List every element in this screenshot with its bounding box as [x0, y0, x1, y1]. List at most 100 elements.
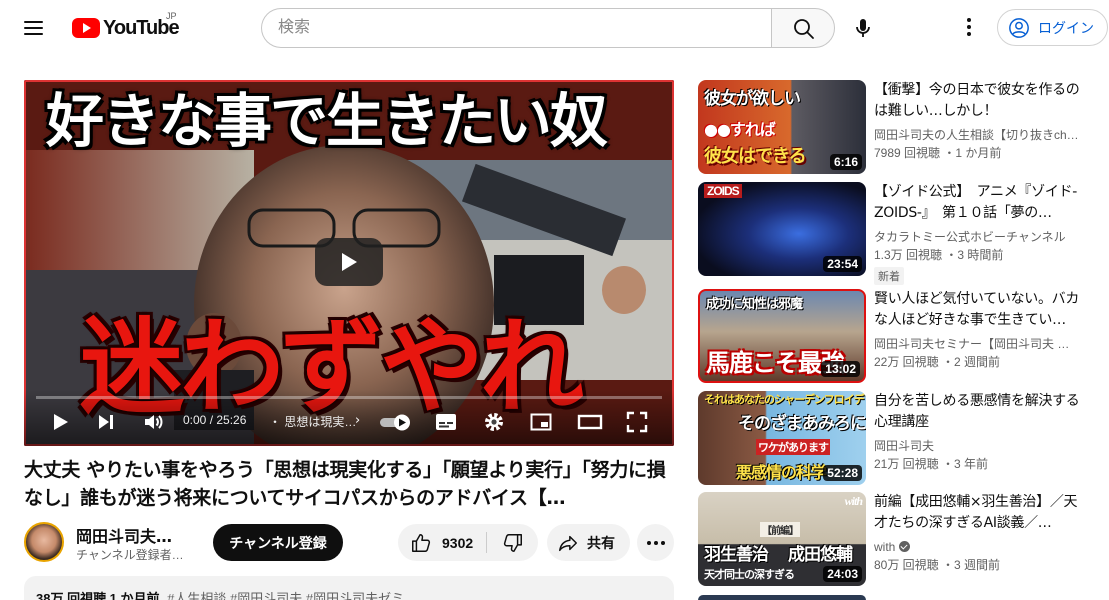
account-icon — [1009, 17, 1029, 38]
recommended-info: 前編【成田悠輔×羽生善治】／天才たちの深すぎるAI談義／… with 80万 回… — [874, 492, 1088, 574]
recommended-stats: 21万 回視聴 ・3 年前 — [874, 457, 989, 471]
recommended-thumbnail[interactable]: 彼女が欲しい ●●すれば 彼女はできる 6:16 — [698, 80, 866, 174]
search-input[interactable] — [261, 8, 772, 48]
autoplay-toggle[interactable] — [378, 410, 414, 434]
fullscreen-icon[interactable] — [625, 410, 649, 434]
progress-bar[interactable] — [36, 396, 662, 399]
share-button[interactable]: 共有 — [547, 524, 630, 561]
recommended-thumbnail[interactable]: ZOIDS 23:54 — [698, 182, 866, 276]
thumbs-up-icon — [412, 533, 431, 552]
video-duration: 52:28 — [823, 465, 862, 481]
recommended-stats: 1.3万 回視聴 ・3 時間前 — [874, 248, 1004, 262]
miniplayer-icon[interactable] — [529, 410, 553, 434]
theater-mode-icon[interactable] — [577, 410, 603, 434]
recommended-video[interactable]: 成功に知性は邪魔 馬鹿こそ最強 13:02 賢い人ほど気付いていない。バカな人ほ… — [698, 289, 1088, 383]
thumb-text: それはあなたのシャーデンフロイデ — [704, 393, 865, 406]
search-button[interactable] — [771, 8, 835, 48]
recommended-title[interactable]: 【ゾイド公式】 アニメ『ゾイド-ZOIDS-』 第１０話「夢の… — [874, 182, 1088, 224]
recommended-thumbnail[interactable] — [698, 595, 866, 600]
recommended-thumbnail[interactable]: 成功に知性は邪魔 馬鹿こそ最強 13:02 — [698, 289, 866, 383]
search-icon — [794, 19, 814, 39]
recommended-thumbnail[interactable]: with 【前編】 羽生善治 成田悠輔 天才同士の深すぎる 24:03 — [698, 492, 866, 586]
subscriber-count: チャンネル登録者… — [76, 548, 184, 562]
large-play-button[interactable] — [315, 238, 383, 286]
play-icon[interactable] — [48, 410, 72, 434]
view-count-date: 38万 回視聴 1 か月前 — [36, 591, 160, 600]
login-label: ログイン — [1038, 19, 1094, 36]
recommended-stats: 7989 回視聴 ・1 か月前 — [874, 146, 1002, 160]
recommended-channel[interactable]: 岡田斗司夫セミナー【岡田斗司夫 … — [874, 335, 1088, 353]
chevron-right-icon[interactable]: › — [355, 413, 360, 428]
volume-icon[interactable] — [141, 410, 165, 434]
recommended-video[interactable]: with 【前編】 羽生善治 成田悠輔 天才同士の深すぎる 24:03 前編【成… — [698, 492, 1088, 586]
recommended-stats: 80万 回視聴 ・3 週間前 — [874, 558, 1001, 572]
thumbnail-headline: 好きな事で生きたい奴 — [46, 87, 608, 155]
recommended-channel[interactable]: タカラトミー公式ホビーチャンネル — [874, 228, 1088, 246]
thumb-text: 成田悠輔 — [788, 545, 853, 565]
verified-badge-icon — [899, 541, 911, 552]
channel-label: with — [874, 540, 896, 554]
recommended-info: 【ゾイド公式】 アニメ『ゾイド-ZOIDS-』 第１０話「夢の… タカラトミー公… — [874, 182, 1088, 285]
region-code: JP — [166, 11, 177, 21]
thumb-text: ZOIDS — [704, 184, 742, 198]
channel-avatar[interactable] — [24, 522, 64, 562]
recommended-stats: 22万 回視聴 ・2 週間前 — [874, 355, 1001, 369]
recommended-info: 賢い人ほど気付いていない。バカな人ほど好きな事で生きてい… 岡田斗司夫セミナー【… — [874, 289, 1088, 371]
settings-more-icon[interactable] — [955, 14, 983, 42]
share-icon — [559, 535, 577, 551]
like-dislike-group: 9302 — [398, 524, 538, 561]
recommended-thumbnail[interactable]: それはあなたのシャーデンフロイデ そのざまあみろには ワケがあります 悪感情の科… — [698, 391, 866, 485]
recommended-info: 自分を苦しめる悪感情を解決する心理講座 岡田斗司夫 21万 回視聴 ・3 年前 — [874, 391, 1088, 473]
subscribe-button[interactable]: チャンネル登録 — [213, 524, 343, 561]
thumb-text: 彼女はできる — [704, 146, 807, 167]
recommended-title[interactable]: 賢い人ほど気付いていない。バカな人ほど好きな事で生きてい… — [874, 289, 1088, 331]
recommended-channel[interactable]: with — [874, 538, 1088, 556]
recommended-title[interactable]: 前編【成田悠輔×羽生善治】／天才たちの深すぎるAI談義／… — [874, 492, 1088, 534]
video-player[interactable]: 好きな事で生きたい奴 迷わずやれ 0:00 / 25:26 ・ 思想は現実… › — [24, 80, 674, 446]
youtube-play-logo-icon — [72, 18, 100, 38]
recommended-title[interactable]: 【衝撃】今の日本で彼女を作るのは難しい…しかし！ — [874, 80, 1088, 122]
description-box[interactable]: 38万 回視聴 1 か月前 #人生相談 #岡田斗司夫 #岡田斗司夫ゼミ — [24, 576, 674, 600]
more-actions-icon[interactable] — [637, 524, 674, 561]
dislike-button[interactable] — [487, 524, 538, 561]
video-duration: 6:16 — [829, 154, 862, 170]
recommended-title[interactable]: 自分を苦しめる悪感情を解決する心理講座 — [874, 391, 1088, 433]
masthead: YouTube JP ログイン — [0, 0, 1109, 56]
menu-icon[interactable] — [24, 18, 46, 38]
video-duration: 13:02 — [821, 361, 860, 377]
login-button[interactable]: ログイン — [997, 9, 1108, 46]
recommended-video[interactable]: それはあなたのシャーデンフロイデ そのざまあみろには ワケがあります 悪感情の科… — [698, 391, 1088, 485]
like-button[interactable]: 9302 — [398, 524, 486, 561]
recommended-video[interactable]: 彼女が欲しい ●●すれば 彼女はできる 6:16 【衝撃】今の日本で彼女を作るの… — [698, 80, 1088, 174]
recommended-info: 【衝撃】今の日本で彼女を作るのは難しい…しかし！ 岡田斗司夫の人生相談【切り抜き… — [874, 80, 1088, 162]
voice-search-button[interactable] — [843, 8, 883, 48]
thumb-text: そのざまあみろには — [738, 414, 866, 434]
thumb-text: ●●すれば — [704, 120, 776, 139]
thumb-text: 羽生善治 — [704, 545, 769, 565]
hashtags[interactable]: #人生相談 #岡田斗司夫 #岡田斗司夫ゼミ — [167, 591, 404, 600]
like-count: 9302 — [442, 534, 474, 551]
thumb-text: with — [844, 494, 863, 508]
share-label: 共有 — [587, 535, 615, 552]
next-icon[interactable] — [94, 410, 118, 434]
youtube-logo[interactable]: YouTube — [72, 16, 180, 40]
gear-icon[interactable] — [482, 410, 506, 434]
description-meta: 38万 回視聴 1 か月前 #人生相談 #岡田斗司夫 #岡田斗司夫ゼミ — [36, 588, 662, 600]
thumbs-down-icon — [503, 533, 522, 552]
chapter-title[interactable]: ・ 思想は現実… — [269, 413, 356, 430]
thumb-text: 悪感情の科学 — [736, 463, 827, 482]
thumb-text: 成功に知性は邪魔 — [706, 297, 803, 312]
microphone-icon — [856, 19, 870, 37]
subtitles-icon[interactable] — [434, 410, 458, 434]
recommended-channel[interactable]: 岡田斗司夫の人生相談【切り抜きch… — [874, 126, 1088, 144]
thumb-text: 【前編】 — [760, 522, 800, 537]
video-duration: 24:03 — [823, 566, 862, 582]
thumb-text: 天才同士の深すぎる — [704, 568, 795, 581]
recommended-channel[interactable]: 岡田斗司夫 — [874, 437, 1088, 455]
channel-name[interactable]: 岡田斗司夫セ… — [76, 523, 186, 547]
new-badge: 新着 — [874, 267, 904, 285]
recommended-video-partial[interactable] — [698, 595, 1088, 600]
recommended-video[interactable]: ZOIDS 23:54 【ゾイド公式】 アニメ『ゾイド-ZOIDS-』 第１０話… — [698, 182, 1088, 285]
thumb-text: ワケがあります — [756, 439, 830, 455]
thumb-text: 彼女が欲しい — [704, 89, 801, 109]
